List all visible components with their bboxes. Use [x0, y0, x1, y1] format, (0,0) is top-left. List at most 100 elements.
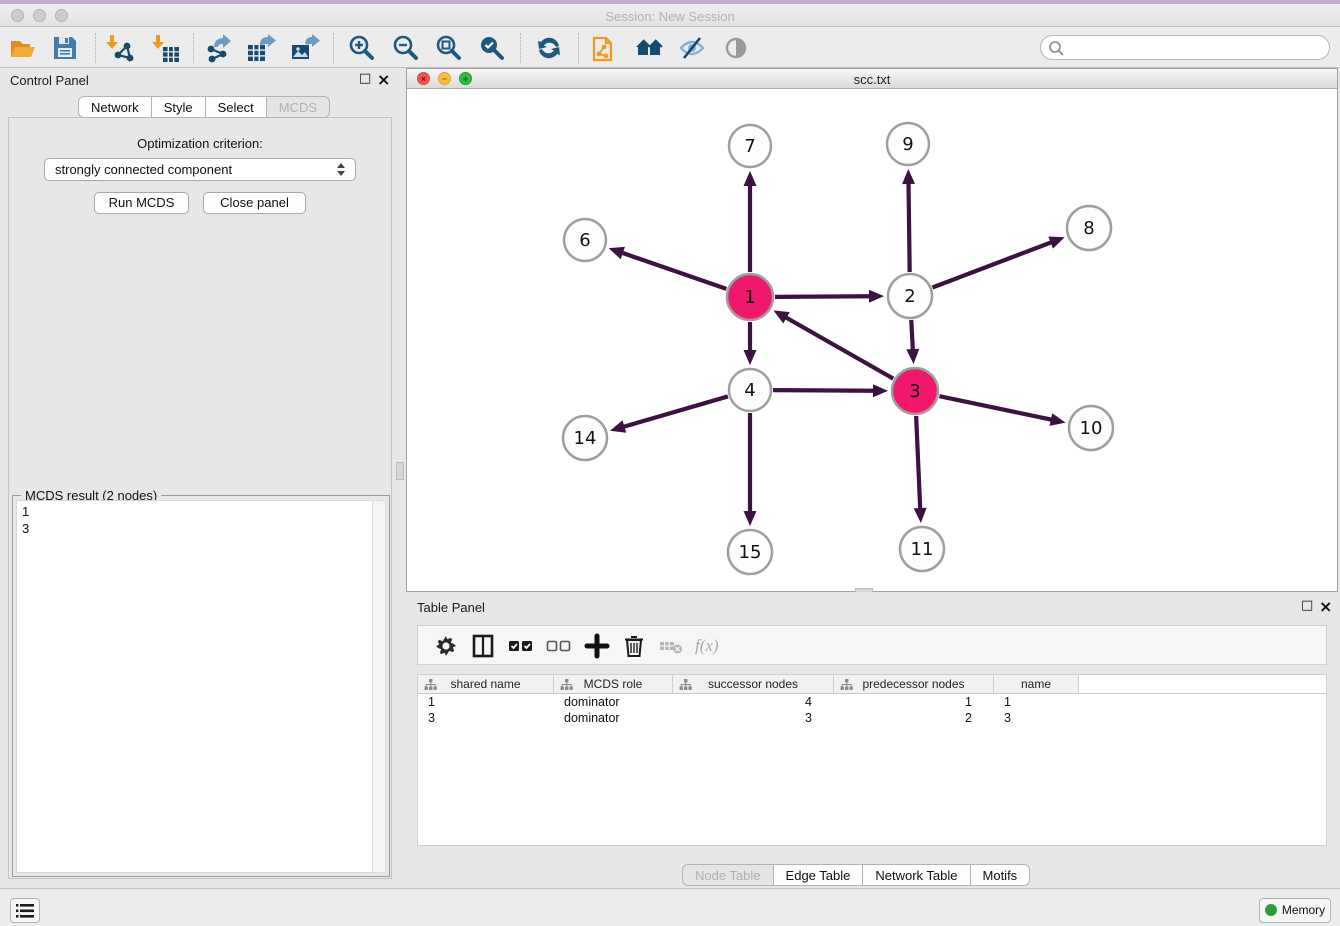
function-builder-icon: f(x) [695, 636, 719, 656]
close-panel-icon[interactable]: × [377, 70, 390, 89]
table-row[interactable]: 3dominator323 [418, 710, 1326, 726]
column-visibility-icon[interactable] [470, 633, 496, 659]
tab-network-table[interactable]: Network Table [863, 864, 970, 886]
edge-3-10[interactable] [939, 396, 1052, 420]
graph-node-label: 3 [909, 381, 920, 402]
save-session-icon[interactable] [50, 33, 80, 63]
tab-network[interactable]: Network [78, 96, 152, 118]
graph-node-label: 4 [744, 380, 755, 401]
delete-column-icon[interactable] [621, 633, 647, 659]
network-graph-canvas[interactable]: 7968124314101511 [407, 89, 1337, 591]
close-table-panel-icon[interactable]: × [1319, 597, 1332, 616]
edge-2-3[interactable] [911, 320, 913, 351]
new-network-icon[interactable] [590, 33, 620, 63]
tab-motifs[interactable]: Motifs [971, 864, 1031, 886]
table-cell[interactable]: 1 [994, 694, 1079, 710]
mcds-result-text[interactable]: 1 3 [16, 500, 373, 873]
import-table-icon[interactable] [151, 33, 181, 63]
task-history-button[interactable] [10, 898, 40, 923]
destroy-table-icon [658, 633, 684, 659]
select-all-columns-icon[interactable] [508, 633, 534, 659]
arrowhead-icon [744, 171, 757, 186]
arrowhead-icon [744, 511, 757, 526]
vertical-splitter-grip[interactable] [396, 462, 404, 480]
zoom-out-icon[interactable] [391, 33, 421, 63]
graph-node-label: 2 [904, 286, 915, 307]
graph-node-label: 8 [1083, 218, 1094, 239]
column-header-label: shared name [450, 677, 520, 691]
graph-node-label: 1 [744, 287, 755, 308]
table-cell[interactable]: 1 [418, 694, 554, 710]
criterion-select[interactable]: strongly connected component [44, 158, 356, 181]
arrowhead-icon [906, 349, 919, 364]
zoom-fit-icon[interactable] [434, 33, 464, 63]
table-settings-icon[interactable] [433, 633, 459, 659]
close-panel-button[interactable]: Close panel [203, 192, 306, 214]
table-cell[interactable]: dominator [554, 710, 673, 726]
table-cell[interactable]: 3 [673, 710, 834, 726]
edge-1-2[interactable] [775, 296, 871, 297]
edge-2-8[interactable] [932, 242, 1052, 288]
edge-4-14[interactable] [622, 396, 727, 427]
edge-3-1[interactable] [785, 317, 894, 379]
import-network-icon[interactable] [105, 33, 135, 63]
mcds-result-group: MCDS result (2 nodes) 1 3 [12, 495, 390, 877]
table-cell[interactable]: 2 [834, 710, 994, 726]
export-image-icon[interactable] [290, 33, 320, 63]
table-cell[interactable]: dominator [554, 694, 673, 710]
node-table[interactable]: shared name MCDS rolesuccessor nodes prede… [417, 674, 1327, 846]
network-window-titlebar[interactable]: × − + scc.txt [407, 69, 1337, 89]
arrowhead-icon [873, 384, 888, 397]
graph-node-label: 15 [739, 542, 762, 563]
memory-button[interactable]: Memory [1259, 898, 1331, 923]
add-column-icon[interactable] [584, 633, 610, 659]
export-table-icon[interactable] [246, 33, 276, 63]
table-panel-title: Table Panel [417, 600, 485, 615]
zoom-selected-icon[interactable] [477, 33, 507, 63]
tab-style[interactable]: Style [152, 96, 206, 118]
table-cell[interactable]: 4 [673, 694, 834, 710]
toolbar-separator [520, 33, 521, 63]
search-box[interactable] [1040, 35, 1330, 60]
tab-mcds[interactable]: MCDS [267, 96, 330, 118]
edge-2-9[interactable] [909, 182, 910, 272]
float-panel-icon[interactable]: □ [359, 71, 371, 86]
unselect-all-columns-icon[interactable] [546, 633, 572, 659]
column-header-name[interactable]: name [994, 675, 1079, 693]
result-scrollbar[interactable] [372, 500, 386, 873]
window-title: Session: New Session [0, 9, 1340, 24]
edge-1-6[interactable] [621, 252, 726, 288]
open-file-icon[interactable] [8, 33, 38, 63]
arrowhead-icon [744, 350, 757, 365]
status-bar: Memory [0, 888, 1340, 926]
table-row[interactable]: 1dominator411 [418, 694, 1326, 710]
graph-node-label: 6 [579, 230, 590, 251]
criterion-value: strongly connected component [55, 162, 232, 177]
table-cell[interactable]: 3 [418, 710, 554, 726]
tab-node-table[interactable]: Node Table [682, 864, 774, 886]
hide-selected-icon[interactable] [677, 33, 707, 63]
float-table-panel-icon[interactable]: □ [1301, 598, 1313, 613]
edge-3-11[interactable] [916, 416, 920, 510]
show-all-icon[interactable] [634, 33, 664, 63]
control-panel: Control Panel □ × Network Style Select M… [0, 68, 400, 888]
column-header-label: predecessor nodes [862, 677, 964, 691]
show-selected-icon[interactable] [721, 33, 751, 63]
table-cell[interactable]: 1 [834, 694, 994, 710]
arrowhead-icon [1048, 236, 1064, 248]
column-header-shared-name[interactable]: shared name [418, 675, 554, 693]
column-header-MCDS-role[interactable]: MCDS role [554, 675, 673, 693]
zoom-in-icon[interactable] [347, 33, 377, 63]
run-mcds-button[interactable]: Run MCDS [94, 192, 189, 214]
column-header-successor-nodes[interactable]: successor nodes [673, 675, 834, 693]
export-network-icon[interactable] [203, 33, 233, 63]
tab-edge-table[interactable]: Edge Table [774, 864, 864, 886]
first-neighbors-icon[interactable] [534, 33, 564, 63]
search-input[interactable] [1067, 38, 1322, 57]
table-cell[interactable]: 3 [994, 710, 1079, 726]
column-header-predecessor-nodes[interactable]: predecessor nodes [834, 675, 994, 693]
tab-select[interactable]: Select [206, 96, 267, 118]
edge-4-3[interactable] [773, 390, 875, 391]
graph-node-label: 7 [744, 136, 755, 157]
toolbar-separator [578, 33, 579, 63]
